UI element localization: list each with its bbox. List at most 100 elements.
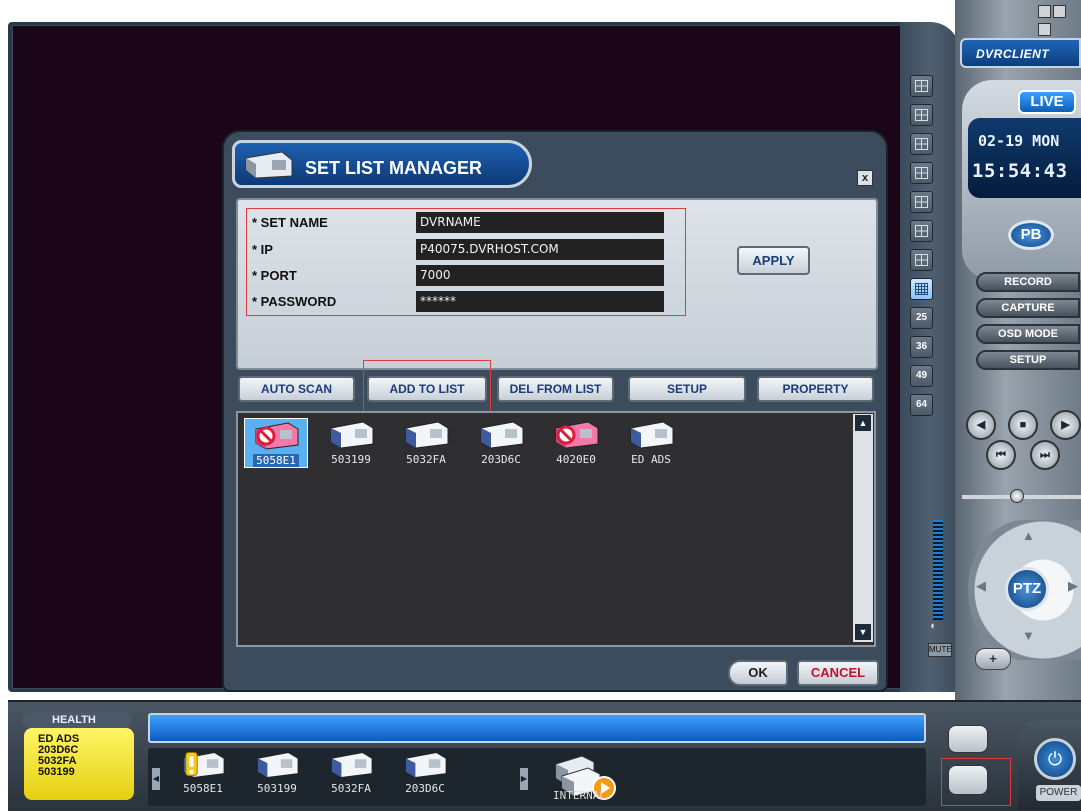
device-item[interactable]: 503199: [319, 418, 383, 468]
device-item[interactable]: 203D6C: [469, 418, 533, 468]
close-icon[interactable]: x: [857, 170, 873, 186]
auto-scan-button[interactable]: AUTO SCAN: [238, 376, 355, 402]
tray-device-label: 5058E1: [183, 782, 223, 795]
fast-forward-icon[interactable]: ⏭: [1030, 440, 1060, 470]
health-list[interactable]: ED ADS 203D6C 5032FA 503199: [24, 728, 134, 800]
minimize-icon[interactable]: [1038, 5, 1051, 18]
dvr-device-icon: [254, 750, 300, 780]
clock-date: 02-19 MON: [978, 132, 1060, 150]
password-field[interactable]: ******: [416, 291, 664, 312]
layout-button-25[interactable]: 25: [910, 307, 933, 329]
layout-button-3[interactable]: [910, 133, 933, 155]
dvr-device-icon: [477, 420, 525, 450]
clock-time: 15:54:43: [972, 160, 1068, 182]
health-item: 503199: [38, 766, 75, 778]
close-window-icon[interactable]: [1038, 23, 1051, 36]
set-name-field[interactable]: DVRNAME: [416, 212, 664, 233]
dvr-device-icon: [245, 151, 293, 179]
volume-level[interactable]: [933, 520, 943, 620]
device-label: 203D6C: [481, 453, 521, 466]
health-label: HEALTH: [22, 712, 132, 728]
recorder-highlight-outline: [941, 758, 1011, 806]
port-label: * PORT: [252, 268, 297, 283]
set-name-label: * SET NAME: [252, 215, 328, 230]
setup-button[interactable]: SETUP: [976, 350, 1080, 370]
dvr-device-icon: [402, 750, 448, 780]
capture-button[interactable]: CAPTURE: [976, 298, 1080, 318]
layout-button-2[interactable]: [910, 104, 933, 126]
device-item[interactable]: ED ADS: [619, 418, 683, 468]
camera-switch-icon[interactable]: [948, 725, 988, 753]
tray-prev-icon[interactable]: ◀: [152, 768, 160, 790]
port-field[interactable]: 7000: [416, 265, 664, 286]
client-badge: DVRCLIENT: [960, 38, 1081, 68]
power-icon[interactable]: ⏻: [1034, 738, 1076, 780]
ptz-button[interactable]: PTZ: [1005, 567, 1049, 611]
mute-button[interactable]: MUTE: [928, 643, 952, 657]
ptz-right-icon[interactable]: ▶: [1068, 578, 1078, 594]
device-label: 5058E1: [253, 454, 299, 467]
layout-button-8[interactable]: [910, 278, 933, 300]
layout-button-5[interactable]: [910, 191, 933, 213]
osd-mode-button[interactable]: OSD MODE: [976, 324, 1080, 344]
tray-device-label: 5032FA: [331, 782, 371, 795]
device-item[interactable]: 5058E1: [244, 418, 308, 468]
rewind-icon[interactable]: ⏮: [986, 440, 1016, 470]
ptz-up-icon[interactable]: ▲: [1022, 528, 1035, 543]
layout-button-1[interactable]: [910, 75, 933, 97]
internal-label: INTERNAL: [553, 789, 606, 802]
status-bar: [148, 713, 926, 743]
setup-list-button[interactable]: SETUP: [628, 376, 746, 402]
ip-label: * IP: [252, 242, 273, 257]
ip-field[interactable]: P40075.DVRHOST.COM: [416, 239, 664, 260]
layout-button-6[interactable]: [910, 220, 933, 242]
stop-icon[interactable]: ■: [1008, 410, 1038, 440]
tray-device-item[interactable]: 503199: [244, 750, 310, 795]
device-label: 5032FA: [406, 453, 446, 466]
apply-button[interactable]: APPLY: [737, 246, 810, 275]
tray-device-item[interactable]: 203D6C: [392, 750, 458, 795]
dvr-device-icon: [327, 420, 375, 450]
dialog-title: SET LIST MANAGER: [305, 158, 483, 178]
layout-button-4[interactable]: [910, 162, 933, 184]
layout-button-64[interactable]: 64: [910, 394, 933, 416]
window-controls: [1038, 5, 1081, 41]
ptz-down-icon[interactable]: ▼: [1022, 628, 1035, 643]
dvr-warning-icon: [180, 750, 226, 780]
prev-icon[interactable]: ◀: [966, 410, 996, 440]
clock-screen: [968, 118, 1081, 198]
layout-button-36[interactable]: 36: [910, 336, 933, 358]
speed-slider-knob[interactable]: [1010, 489, 1024, 503]
cancel-button[interactable]: CANCEL: [797, 660, 879, 686]
maximize-icon[interactable]: [1053, 5, 1066, 18]
layout-button-7[interactable]: [910, 249, 933, 271]
dvr-device-icon: [328, 750, 374, 780]
device-item[interactable]: 5032FA: [394, 418, 458, 468]
device-list-scrollbar[interactable]: [853, 414, 873, 642]
ok-button[interactable]: OK: [728, 660, 788, 686]
tray-device-item[interactable]: 5032FA: [318, 750, 384, 795]
tray-device-item[interactable]: 5058E1: [170, 750, 236, 795]
device-item[interactable]: 4020E0: [544, 418, 608, 468]
zoom-in-icon[interactable]: +: [975, 648, 1011, 670]
scroll-up-icon[interactable]: ▲: [855, 415, 871, 431]
scroll-down-icon[interactable]: ▼: [855, 624, 871, 640]
property-button[interactable]: PROPERTY: [757, 376, 874, 402]
device-label: 503199: [331, 453, 371, 466]
dvr-error-icon: [552, 420, 600, 450]
dvr-error-icon: [252, 421, 300, 451]
dvr-device-icon: [627, 420, 675, 450]
playback-button[interactable]: PB: [1008, 220, 1054, 250]
add-to-list-button[interactable]: ADD TO LIST: [367, 376, 487, 402]
dvr-device-icon: [402, 420, 450, 450]
device-label: ED ADS: [631, 453, 671, 466]
device-label: 4020E0: [556, 453, 596, 466]
del-from-list-button[interactable]: DEL FROM LIST: [497, 376, 614, 402]
record-button[interactable]: RECORD: [976, 272, 1080, 292]
tray-next-icon[interactable]: ▶: [520, 768, 528, 790]
layout-button-49[interactable]: 49: [910, 365, 933, 387]
play-icon[interactable]: ▶: [1050, 410, 1081, 440]
live-mode-button[interactable]: LIVE: [1018, 90, 1076, 114]
ptz-left-icon[interactable]: ◀: [976, 578, 986, 594]
power-label: POWER: [1036, 785, 1081, 801]
